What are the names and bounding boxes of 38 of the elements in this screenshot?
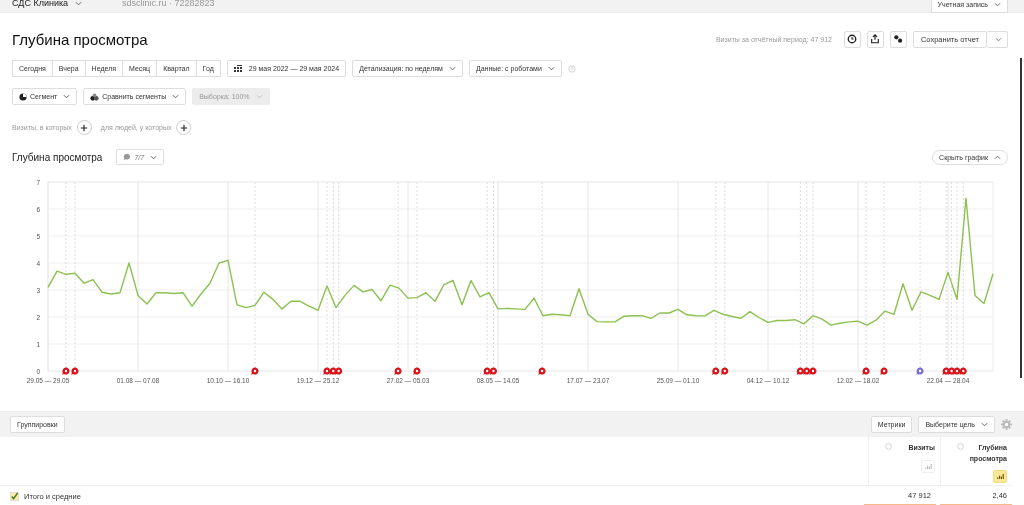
- counter-selector[interactable]: СДС Клиника: [12, 0, 83, 8]
- sort-radio-icon[interactable]: [957, 443, 964, 450]
- upload-icon: [870, 34, 881, 44]
- bar-chart-icon: [996, 474, 1004, 479]
- plus-icon: [179, 123, 188, 132]
- site-label: sdsclinic.ru · 72282823: [122, 0, 215, 8]
- pie-icon: [19, 92, 27, 101]
- chart-title: Глубина просмотра: [12, 151, 103, 163]
- page-title: Глубина просмотра: [12, 30, 148, 48]
- note-markers-drawing[interactable]: [62, 367, 967, 375]
- chart-toggle-button[interactable]: [993, 470, 1007, 483]
- add-filter-button[interactable]: [76, 120, 92, 135]
- chevron-icon: [172, 94, 180, 99]
- chevron-icon: [995, 36, 1002, 42]
- chevron-icon: [994, 154, 1001, 160]
- chevron-icon: [75, 0, 83, 6]
- checkbox[interactable]: [10, 491, 19, 501]
- clock-icon: [847, 34, 858, 44]
- chevron-icon: [150, 154, 158, 160]
- circles-icon: [90, 92, 100, 101]
- export-button[interactable]: [866, 30, 884, 48]
- sort-radio-icon[interactable]: [885, 443, 892, 450]
- settings-icon[interactable]: [1001, 419, 1012, 430]
- chevron-icon: [448, 66, 456, 71]
- chart-toggle-button[interactable]: [921, 459, 935, 473]
- plus-icon: [80, 123, 89, 132]
- chevron-icon: [547, 66, 555, 71]
- history-button[interactable]: [843, 30, 861, 48]
- chevron-icon: [994, 2, 1001, 7]
- chevron-icon: [255, 94, 263, 99]
- chevron-icon: [63, 94, 71, 99]
- bar-chart-icon: [924, 463, 932, 469]
- share-button[interactable]: [889, 30, 907, 48]
- calendar-icon: [233, 65, 242, 72]
- speech-bubble-icon: [123, 153, 132, 161]
- add-filter-button[interactable]: [176, 120, 192, 135]
- chevron-icon: [981, 422, 988, 427]
- dots-icon: [893, 34, 904, 44]
